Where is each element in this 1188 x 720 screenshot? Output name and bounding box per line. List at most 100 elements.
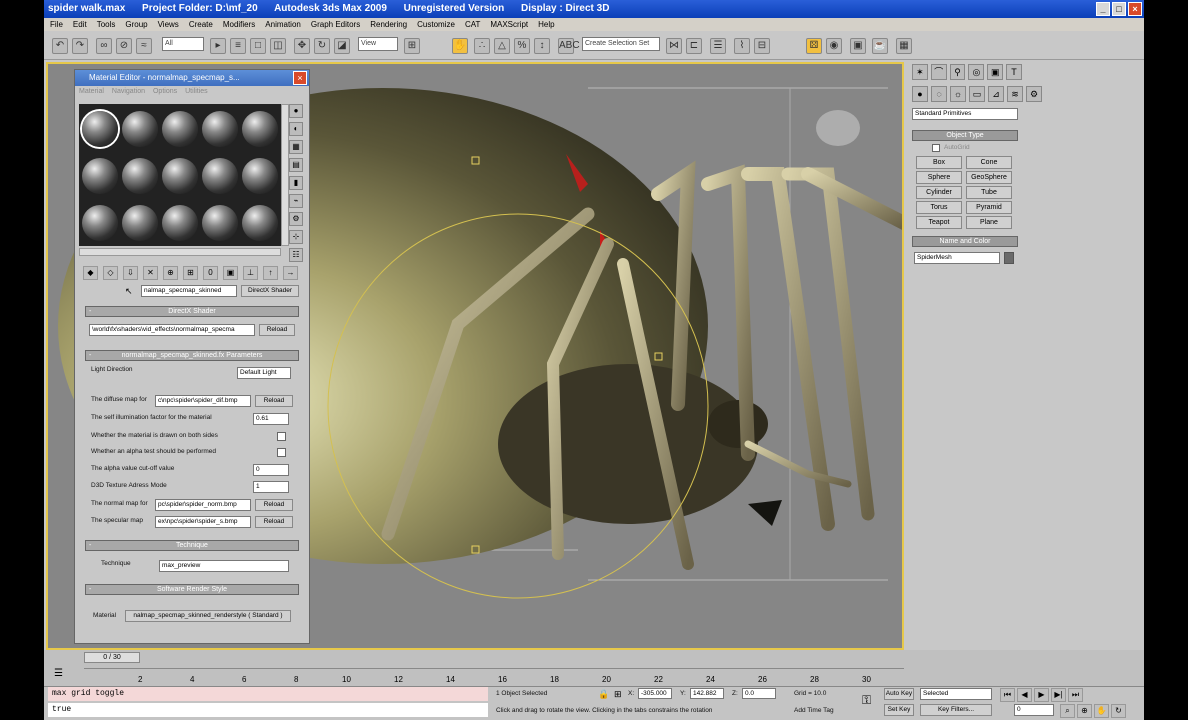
tube-button[interactable]: Tube <box>966 186 1012 199</box>
menu-group[interactable]: Group <box>125 18 147 31</box>
curve-editor-icon[interactable]: ⌇ <box>734 38 750 54</box>
add-time-tag-button[interactable]: Add Time Tag <box>794 707 834 714</box>
pyramid-button[interactable]: Pyramid <box>966 201 1012 214</box>
cylinder-button[interactable]: Cylinder <box>916 186 962 199</box>
redo-icon[interactable]: ↷ <box>72 38 88 54</box>
pivot-center-icon[interactable]: ⊞ <box>404 38 420 54</box>
put-to-library-icon[interactable]: ⊞ <box>183 266 198 280</box>
lights-icon[interactable]: ☼ <box>950 86 966 102</box>
shapes-icon[interactable]: ◌ <box>931 86 947 102</box>
alpha-test-checkbox[interactable] <box>277 448 286 457</box>
make-unique-icon[interactable]: ⊕ <box>163 266 178 280</box>
sample-slot[interactable] <box>80 152 120 199</box>
track-bar-menu-icon[interactable]: ☰ <box>54 668 70 680</box>
play-icon[interactable]: ▶ <box>1034 688 1049 702</box>
sample-slot[interactable] <box>120 105 160 152</box>
display-tab-icon[interactable]: ▣ <box>987 64 1004 80</box>
object-type-rollout[interactable]: Object Type <box>912 130 1018 141</box>
go-to-parent-icon[interactable]: ↑ <box>263 266 278 280</box>
texture-address-spinner[interactable]: 1 <box>253 481 289 493</box>
show-end-result-icon[interactable]: ⊥ <box>243 266 258 280</box>
menu-views[interactable]: Views <box>158 18 179 31</box>
menu-tools[interactable]: Tools <box>97 18 116 31</box>
material-name-field[interactable]: nalmap_specmap_skinned <box>141 285 237 297</box>
create-tab-icon[interactable]: ✶ <box>912 64 928 80</box>
self-illumination-spinner[interactable]: 0.61 <box>253 413 289 425</box>
backlight-icon[interactable]: ◐ <box>289 122 303 136</box>
put-to-scene-icon[interactable]: ◇ <box>103 266 118 280</box>
bind-spacewarp-icon[interactable]: ≈ <box>136 38 152 54</box>
sample-slot[interactable] <box>160 105 200 152</box>
plane-button[interactable]: Plane <box>966 216 1012 229</box>
menu-graph-editors[interactable]: Graph Editors <box>311 18 360 31</box>
track-bar[interactable]: 2 4 6 8 10 12 14 16 18 20 22 24 26 28 30 <box>84 668 904 684</box>
link-icon[interactable]: ∞ <box>96 38 112 54</box>
diffuse-map-field[interactable]: c\npc\spider\spider_dif.bmp <box>155 395 251 407</box>
parameters-rollout[interactable]: - normalmap_specmap_skinned.fx Parameters <box>85 350 299 361</box>
mirror-icon[interactable]: ⋈ <box>666 38 682 54</box>
edit-named-selection-icon[interactable]: ABC <box>558 38 580 54</box>
object-color-swatch[interactable] <box>1004 252 1014 264</box>
sample-slot[interactable] <box>160 199 200 246</box>
align-icon[interactable]: ⊏ <box>686 38 702 54</box>
material-editor-close-button[interactable]: × <box>293 71 307 85</box>
sample-slot[interactable] <box>120 152 160 199</box>
material-id-icon[interactable]: 0 <box>203 266 218 280</box>
zoom-all-icon[interactable]: ⊕ <box>1077 704 1092 718</box>
select-by-material-icon[interactable]: ⊹ <box>289 230 303 244</box>
angle-snap-icon[interactable]: △ <box>494 38 510 54</box>
absolute-mode-icon[interactable]: ⊞ <box>614 689 622 700</box>
diffuse-reload-button[interactable]: Reload <box>255 395 293 407</box>
menu-create[interactable]: Create <box>189 18 213 31</box>
geosphere-button[interactable]: GeoSphere <box>966 171 1012 184</box>
sample-slot[interactable] <box>200 152 240 199</box>
name-and-color-rollout[interactable]: Name and Color <box>912 236 1018 247</box>
pan-icon[interactable]: ✋ <box>1094 704 1109 718</box>
minimize-button[interactable]: _ <box>1096 2 1110 16</box>
slots-horizontal-scrollbar[interactable] <box>79 248 281 256</box>
autogrid-checkbox[interactable] <box>932 144 940 152</box>
sample-slot[interactable] <box>120 199 160 246</box>
set-key-button[interactable]: Set Key <box>884 704 914 716</box>
space-warps-icon[interactable]: ≋ <box>1007 86 1023 102</box>
sample-slot[interactable] <box>240 105 280 152</box>
sample-slot[interactable] <box>200 199 240 246</box>
sample-slot[interactable] <box>80 199 120 246</box>
go-forward-sibling-icon[interactable]: → <box>283 266 298 280</box>
pick-material-icon[interactable]: ↖ <box>125 286 135 296</box>
render-setup-icon[interactable]: ◉ <box>826 38 842 54</box>
make-preview-icon[interactable]: ⌁ <box>289 194 303 208</box>
assign-to-selection-icon[interactable]: ⇩ <box>123 266 138 280</box>
menu-animation[interactable]: Animation <box>265 18 301 31</box>
specular-reload-button[interactable]: Reload <box>255 516 293 528</box>
select-region-icon[interactable]: □ <box>250 38 266 54</box>
rendered-frame-window-icon[interactable]: ▣ <box>850 38 866 54</box>
maxscript-listener-input[interactable]: max grid toggle <box>48 687 488 701</box>
key-mode-dropdown[interactable]: Selected <box>920 688 992 700</box>
geometry-icon[interactable]: ● <box>912 86 928 102</box>
cameras-icon[interactable]: ▭ <box>969 86 985 102</box>
alpha-cutoff-spinner[interactable]: 0 <box>253 464 289 476</box>
time-slider[interactable]: 0 / 30 <box>84 652 140 663</box>
systems-icon[interactable]: ⚙ <box>1026 86 1042 102</box>
x-coordinate[interactable]: -305.000 <box>638 688 672 699</box>
menu-file[interactable]: File <box>50 18 63 31</box>
next-frame-icon[interactable]: ▶| <box>1051 688 1066 702</box>
teapot-button[interactable]: Teapot <box>916 216 962 229</box>
me-menu-utilities[interactable]: Utilities <box>185 88 208 95</box>
modify-tab-icon[interactable]: ⌒ <box>930 64 947 80</box>
material-editor-icon[interactable]: ⚄ <box>806 38 822 54</box>
unlink-icon[interactable]: ⊘ <box>116 38 132 54</box>
maximize-button[interactable]: □ <box>1112 2 1126 16</box>
object-name-field[interactable]: SpiderMesh <box>914 252 1000 264</box>
selection-filter-dropdown[interactable]: All <box>162 37 204 51</box>
me-menu-material[interactable]: Material <box>79 88 104 95</box>
motion-tab-icon[interactable]: ◎ <box>968 64 985 80</box>
show-map-in-viewport-icon[interactable]: ▣ <box>223 266 238 280</box>
checker-icon[interactable]: ▦ <box>896 38 912 54</box>
percent-snap-icon[interactable]: % <box>514 38 530 54</box>
two-sided-checkbox[interactable] <box>277 432 286 441</box>
undo-icon[interactable]: ↶ <box>52 38 68 54</box>
hierarchy-tab-icon[interactable]: ⚲ <box>949 64 966 80</box>
menu-cat[interactable]: CAT <box>465 18 480 31</box>
